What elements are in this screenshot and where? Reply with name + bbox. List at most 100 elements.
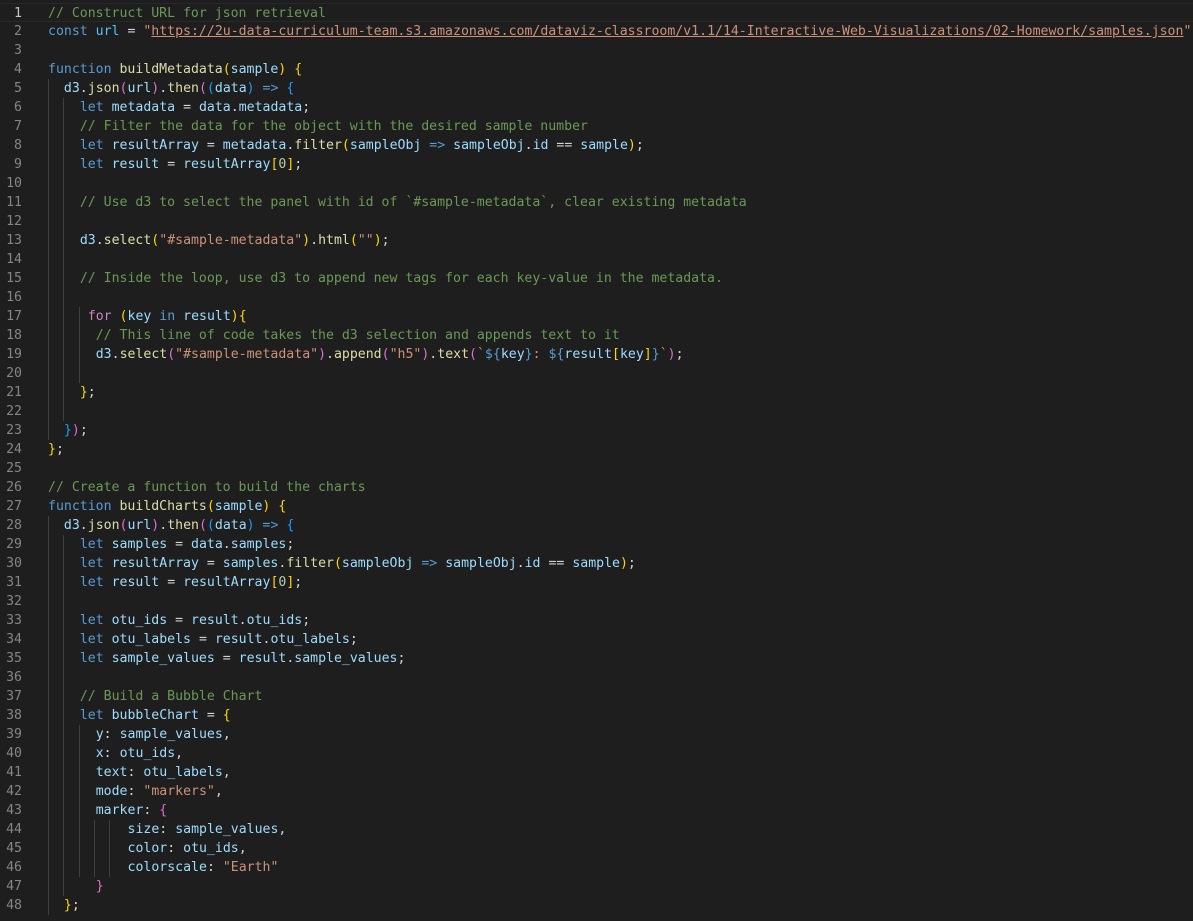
code-line[interactable]: 39 y: sample_values, — [0, 725, 1193, 744]
code-line[interactable]: 42 mode: "markers", — [0, 782, 1193, 801]
code-line[interactable]: 31 let result = resultArray[0]; — [0, 573, 1193, 592]
code-line[interactable]: 11 // Use d3 to select the panel with id… — [0, 193, 1193, 212]
code-line[interactable]: 45 color: otu_ids, — [0, 839, 1193, 858]
code-text[interactable]: d3.json(url).then((data) => { — [48, 516, 294, 535]
code-text[interactable]: }; — [48, 440, 64, 459]
code-line[interactable]: 24}; — [0, 440, 1193, 459]
code-line[interactable]: 26 // Create a function to build the char… — [0, 478, 1193, 497]
code-line[interactable]: 9 let result = resultArray[0]; — [0, 155, 1193, 174]
code-line[interactable]: 44 size: sample_values, — [0, 820, 1193, 839]
code-text[interactable]: let result = resultArray[0]; — [48, 155, 302, 174]
line-number: 9 — [14, 157, 22, 172]
code-line[interactable]: 25 — [0, 459, 1193, 478]
code-text[interactable]: // Inside the loop, use d3 to append new… — [48, 269, 723, 288]
code-line[interactable]: 23 }); — [0, 421, 1193, 440]
code-line[interactable]: 5 d3.json(url).then((data) => { — [0, 79, 1193, 98]
code-text[interactable]: // Construct URL for json retrieval — [48, 4, 326, 23]
line-number: 31 — [6, 575, 22, 590]
code-line[interactable]: 13 d3.select("#sample-metadata").html(""… — [0, 231, 1193, 250]
code-line[interactable]: 8 let resultArray = metadata.filter(samp… — [0, 136, 1193, 155]
indent-guide — [63, 535, 65, 896]
line-number: 8 — [14, 138, 22, 153]
code-line[interactable]: 19 d3.select("#sample-metadata").append(… — [0, 345, 1193, 364]
code-line[interactable]: 47 } — [0, 877, 1193, 896]
line-number: 11 — [6, 195, 22, 210]
code-text[interactable]: let resultArray = samples.filter(sampleO… — [48, 554, 636, 573]
code-text[interactable]: let result = resultArray[0]; — [48, 573, 302, 592]
line-number: 45 — [6, 841, 22, 856]
code-line[interactable]: 17 for (key in result){ — [0, 307, 1193, 326]
code-text[interactable]: marker: { — [48, 801, 168, 820]
code-text[interactable]: d3.select("#sample-metadata").append("h5… — [48, 345, 684, 364]
code-text[interactable]: // Filter the data for the object with t… — [48, 117, 588, 136]
code-text[interactable]: function buildMetadata(sample) { — [48, 60, 302, 79]
indent-guide — [48, 79, 49, 440]
code-editor[interactable]: 1 // Construct URL for json retrieval 2 con… — [0, 0, 1193, 921]
code-line[interactable]: 30 let resultArray = samples.filter(samp… — [0, 554, 1193, 573]
line-number: 20 — [6, 366, 22, 381]
indent-guide — [78, 307, 80, 383]
code-line[interactable]: 18 // This line of code takes the d3 sel… — [0, 326, 1193, 345]
code-text[interactable]: let sample_values = result.sample_values… — [48, 649, 406, 668]
code-line[interactable]: 40 x: otu_ids, — [0, 744, 1193, 763]
code-line[interactable]: 46 colorscale: "Earth" — [0, 858, 1193, 877]
code-text[interactable]: x: otu_ids, — [48, 744, 183, 763]
code-text[interactable]: colorscale: "Earth" — [48, 858, 279, 877]
code-line[interactable]: 21 }; — [0, 383, 1193, 402]
code-text[interactable]: let metadata = data.metadata; — [48, 98, 310, 117]
code-line[interactable]: 32 — [0, 592, 1193, 611]
code-text[interactable]: let otu_labels = result.otu_labels; — [48, 630, 358, 649]
code-line[interactable]: 48 }; — [0, 896, 1193, 915]
code-line[interactable]: 33 let otu_ids = result.otu_ids; — [0, 611, 1193, 630]
code-text[interactable]: let otu_ids = result.otu_ids; — [48, 611, 310, 630]
code-text[interactable]: mode: "markers", — [48, 782, 223, 801]
line-number: 41 — [6, 765, 22, 780]
code-line[interactable]: 27 function buildCharts(sample) { — [0, 497, 1193, 516]
code-line[interactable]: 41 text: otu_labels, — [0, 763, 1193, 782]
code-text[interactable]: y: sample_values, — [48, 725, 231, 744]
code-text[interactable]: } — [48, 877, 104, 896]
code-text[interactable]: let samples = data.samples; — [48, 535, 294, 554]
code-line[interactable]: 3 — [0, 41, 1193, 60]
code-line[interactable]: 10 — [0, 174, 1193, 193]
code-text[interactable]: }); — [48, 421, 88, 440]
line-number: 10 — [6, 176, 22, 191]
code-text[interactable]: let bubbleChart = { — [48, 706, 231, 725]
code-text[interactable]: // This line of code takes the d3 select… — [48, 326, 620, 345]
code-line[interactable]: 12 — [0, 212, 1193, 231]
code-line[interactable]: 36 — [0, 668, 1193, 687]
line-number: 35 — [6, 651, 22, 666]
code-text[interactable]: }; — [48, 383, 96, 402]
code-line[interactable]: 38 let bubbleChart = { — [0, 706, 1193, 725]
code-text[interactable]: d3.select("#sample-metadata").html(""); — [48, 231, 390, 250]
code-line[interactable]: 15 // Inside the loop, use d3 to append … — [0, 269, 1193, 288]
code-line[interactable]: 4 function buildMetadata(sample) { — [0, 60, 1193, 79]
code-text[interactable]: // Create a function to build the charts — [48, 478, 366, 497]
code-line[interactable]: 6 let metadata = data.metadata; — [0, 98, 1193, 117]
code-line[interactable]: 16 — [0, 288, 1193, 307]
code-text[interactable]: // Build a Bubble Chart — [48, 687, 263, 706]
line-number: 46 — [6, 860, 22, 875]
code-line[interactable]: 22 — [0, 402, 1193, 421]
code-line[interactable]: 34 let otu_labels = result.otu_labels; — [0, 630, 1193, 649]
code-text[interactable]: let resultArray = metadata.filter(sample… — [48, 136, 644, 155]
code-line[interactable]: 28 d3.json(url).then((data) => { — [0, 516, 1193, 535]
line-number: 18 — [6, 328, 22, 343]
code-text[interactable]: text: otu_labels, — [48, 763, 231, 782]
code-line[interactable]: 1 // Construct URL for json retrieval — [0, 3, 1193, 22]
code-line[interactable]: 37 // Build a Bubble Chart — [0, 687, 1193, 706]
code-text[interactable]: }; — [48, 896, 80, 915]
code-text[interactable]: function buildCharts(sample) { — [48, 497, 286, 516]
code-line[interactable]: 43 marker: { — [0, 801, 1193, 820]
code-text[interactable]: d3.json(url).then((data) => { — [48, 79, 294, 98]
code-text[interactable]: const url = "https://2u-data-curriculum-… — [48, 22, 1193, 41]
code-text[interactable]: size: sample_values, — [48, 820, 287, 839]
code-line[interactable]: 35 let sample_values = result.sample_val… — [0, 649, 1193, 668]
line-number: 6 — [14, 100, 22, 115]
code-line[interactable]: 14 — [0, 250, 1193, 269]
code-line[interactable]: 20 — [0, 364, 1193, 383]
code-text[interactable]: // Use d3 to select the panel with id of… — [48, 193, 747, 212]
code-line[interactable]: 7 // Filter the data for the object with… — [0, 117, 1193, 136]
code-line[interactable]: 2 const url = "https://2u-data-curriculum… — [0, 22, 1193, 41]
code-line[interactable]: 29 let samples = data.samples; — [0, 535, 1193, 554]
